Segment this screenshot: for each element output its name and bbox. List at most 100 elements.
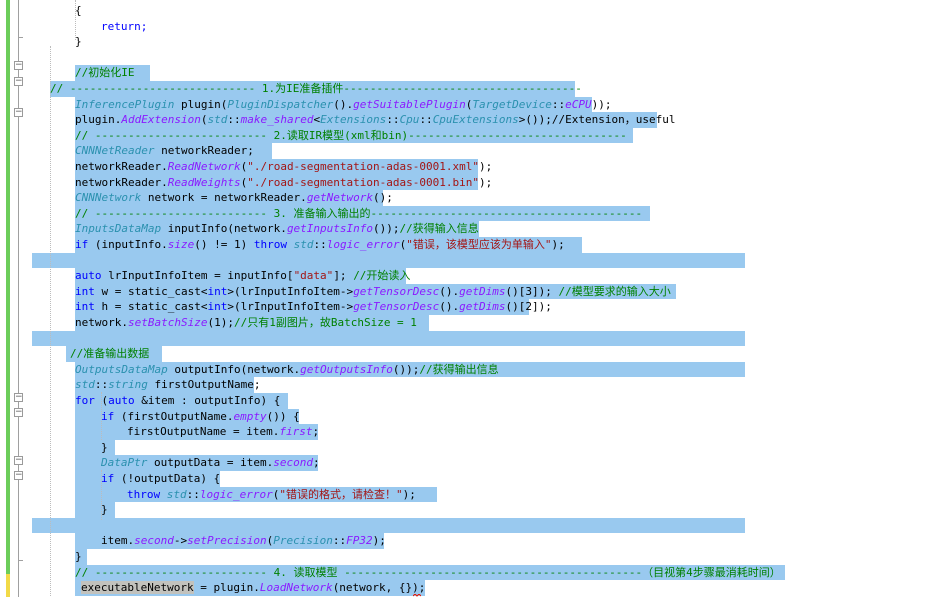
code-token: ()[3]); — [505, 284, 559, 298]
code-token: h = static_cast< — [94, 300, 208, 314]
code-token: (); — [373, 191, 393, 205]
code-line[interactable]: //准备输出数据 — [70, 346, 149, 362]
code-token: -> — [173, 534, 188, 548]
code-line[interactable]: { — [75, 3, 82, 19]
change-tracking-bar — [6, 0, 10, 40]
fold-toggle-icon[interactable]: − — [14, 471, 23, 480]
code-line[interactable]: OutputsDataMap outputInfo(network.getOut… — [75, 362, 499, 378]
code-token: ()) { — [266, 409, 300, 423]
code-token: LoadNetwork — [259, 581, 333, 595]
code-token: executableNetwork — [81, 581, 194, 595]
code-line[interactable]: throw std::logic_error("错误的格式，请检查！"); — [127, 487, 416, 503]
code-line[interactable]: item.second->setPrecision(Precision::FP3… — [101, 533, 386, 549]
code-token: FP32 — [346, 534, 373, 548]
code-editor[interactable]: − − − − − − − {return;} //初始化IE // -------------… — [0, 0, 939, 597]
change-tracking-bar — [6, 40, 10, 574]
code-line[interactable]: if (!outputData) { — [101, 471, 220, 487]
code-line[interactable]: auto lrInputInfoItem = inputInfo["data"]… — [75, 268, 410, 284]
code-line[interactable]: network.setBatchSize(1);//只有1副图片，故BatchS… — [75, 315, 417, 331]
code-line[interactable]: plugin.AddExtension(std::make_shared<Ext… — [75, 112, 675, 128]
code-line[interactable]: } — [75, 34, 82, 50]
code-token: ); — [551, 238, 565, 251]
code-line[interactable]: // ---------------------------- 1.为IE准备插… — [50, 81, 582, 97]
error-squiggle[interactable] — [413, 593, 421, 597]
code-token: getDims — [459, 300, 506, 314]
code-token: ; — [312, 456, 320, 470]
code-token: auto — [75, 269, 102, 283]
code-line[interactable]: firstOutputName = item.first; — [127, 424, 319, 440]
code-token: int — [207, 284, 228, 298]
code-line[interactable]: InputsDataMap inputInfo(network.getInput… — [75, 221, 479, 237]
code-token: networkReader. — [75, 160, 168, 173]
code-token: networkReader. — [75, 175, 168, 189]
code-token: :: — [332, 534, 347, 548]
code-line[interactable]: } — [101, 440, 108, 456]
code-token: getDims — [459, 284, 506, 298]
code-token: networkReader; — [154, 144, 254, 158]
fold-toggle-icon[interactable]: − — [14, 408, 23, 417]
code-token: AddExtension — [121, 113, 201, 127]
selection-highlight — [32, 330, 745, 347]
code-line[interactable]: if (inputInfo.size() != 1) throw std::lo… — [75, 237, 565, 253]
code-line[interactable]: for (auto &item : outputInfo) { — [75, 393, 280, 409]
fold-toggle-icon[interactable]: − — [14, 61, 23, 70]
code-token: } — [75, 35, 82, 49]
selection-highlight — [32, 252, 745, 269]
code-token: getTensorDesc — [353, 284, 440, 298]
code-line[interactable]: if (firstOutputName.empty()) { — [101, 409, 300, 425]
code-token: ); — [402, 487, 416, 501]
code-token: "data" — [293, 269, 334, 283]
code-token: std — [75, 378, 95, 392]
code-token: "错误的格式，请检查！" — [279, 487, 403, 501]
code-line[interactable]: } — [75, 549, 82, 565]
fold-toggle-icon[interactable]: − — [14, 456, 23, 465]
code-token: getOutputsInfo — [300, 362, 393, 376]
fold-toggle-icon[interactable]: − — [14, 393, 23, 402]
code-line[interactable]: networkReader.ReadWeights("./road-segmen… — [75, 175, 492, 191]
code-token: item. — [101, 534, 135, 548]
code-token: setBatchSize — [127, 316, 208, 329]
code-token: ); — [479, 160, 493, 173]
code-token: if — [101, 409, 115, 423]
code-token: int — [75, 300, 95, 314]
selection-highlight — [75, 439, 115, 456]
code-token: // -------------------------- 3. 准备输入输出的… — [75, 206, 643, 220]
code-token: :: — [94, 378, 109, 392]
code-token: } — [75, 550, 82, 563]
code-token: empty — [233, 409, 267, 423]
code-token: getSuitablePlugin — [353, 97, 466, 111]
fold-end-tick — [18, 560, 23, 561]
code-line[interactable]: networkReader.ReadNetwork("./road-segmen… — [75, 159, 492, 175]
code-line[interactable]: return; — [101, 19, 147, 35]
code-token: second — [134, 534, 174, 548]
code-line[interactable]: //初始化IE — [75, 65, 135, 81]
code-line[interactable]: int h = static_cast<int>(lrInputInfoItem… — [75, 299, 552, 315]
code-line[interactable]: // -------------------------- 3. 准备输入输出的… — [75, 206, 642, 222]
fold-guide-line — [18, 0, 19, 597]
fold-toggle-icon[interactable]: − — [14, 108, 23, 117]
code-token: CNNNetReader — [75, 144, 155, 158]
selection-highlight — [32, 517, 745, 534]
code-line[interactable]: InferencePlugin plugin(PluginDispatcher(… — [75, 97, 612, 113]
code-token: getNetwork — [306, 191, 374, 205]
code-token: auto — [108, 394, 135, 407]
fold-toggle-icon[interactable]: − — [14, 77, 23, 86]
code-token: first — [279, 425, 313, 439]
code-line[interactable]: DataPtr outputData = item.second; — [101, 455, 320, 471]
code-line[interactable]: CNNNetReader networkReader; — [75, 143, 254, 159]
code-token: //初始化IE — [75, 66, 135, 80]
code-line[interactable]: std::string firstOutputName; — [75, 377, 260, 393]
code-line[interactable]: // -------------------------- 2.读取IR模型(x… — [75, 128, 627, 144]
code-line[interactable]: int w = static_cast<int>(lrInputInfoItem… — [75, 284, 671, 300]
code-line[interactable]: CNNNetwork network = networkReader.getNe… — [75, 190, 393, 206]
code-token: throw — [253, 238, 287, 251]
code-token: :: — [386, 113, 400, 127]
code-line[interactable]: } — [101, 502, 108, 518]
code-token: (). — [439, 300, 460, 314]
code-line[interactable]: // -------------------------- 4. 读取模型 --… — [75, 565, 781, 581]
code-token: //只有1副图片，故BatchSize = 1 — [233, 316, 417, 329]
code-line[interactable]: executableNetwork = plugin.LoadNetwork(n… — [81, 580, 425, 596]
code-token: DataPtr — [101, 456, 148, 470]
code-token: >());//Extension，useful — [518, 113, 676, 127]
